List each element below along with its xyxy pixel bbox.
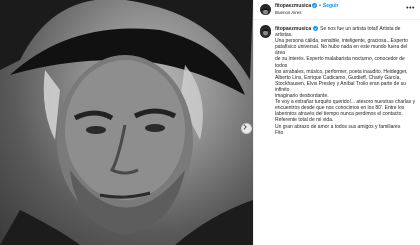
next-photo-button[interactable]: [241, 123, 252, 134]
avatar-photo: [260, 27, 271, 38]
caption-line: patafísico universal. No hubo nada en es…: [275, 44, 408, 57]
caption-line: Alberto Lins, Enrique Cadicamo, Gurdieff…: [275, 74, 401, 81]
caption-username[interactable]: fitopaezmusica: [275, 26, 311, 32]
more-options-icon[interactable]: •••: [406, 5, 415, 12]
location-link[interactable]: Buenos Aires: [275, 10, 302, 16]
post-header: fitopaezmusica • Seguir Buenos Aires •••: [254, 0, 420, 20]
separator-dot: •: [319, 3, 321, 9]
caption-line: Stockhausen, Elvis Presley y Aníbal Troi…: [275, 80, 406, 93]
caption-line: Un gran abrazo de amor a todos sus amigo…: [275, 123, 401, 130]
post-photo[interactable]: [0, 0, 253, 245]
follow-button[interactable]: Seguir: [323, 3, 339, 9]
caption-line: fitopaezmusica Se nos fue un artista tota…: [275, 26, 416, 38]
post-caption: fitopaezmusica Se nos fue un artista tota…: [275, 26, 416, 136]
portrait-photo: [0, 0, 253, 245]
instagram-post: fitopaezmusica • Seguir Buenos Aires ••• f…: [0, 0, 420, 245]
avatar-photo: [260, 6, 271, 15]
caption-line: de su interés. Experto malabarista noctu…: [275, 56, 405, 69]
verified-badge-icon: [312, 3, 318, 8]
avatar[interactable]: [260, 4, 271, 15]
verified-badge-icon: [313, 26, 319, 31]
caption-avatar[interactable]: [260, 25, 271, 38]
username[interactable]: fitopaezmusica: [275, 3, 311, 9]
chevron-right-icon: [243, 124, 247, 130]
post-sidebar: fitopaezmusica • Seguir Buenos Aires ••• f…: [253, 0, 420, 245]
caption-line: los arrabales, músico, performer, poeta …: [275, 68, 408, 75]
header-user-line: fitopaezmusica • Seguir: [275, 3, 338, 9]
caption-line: Fito: [275, 129, 284, 136]
